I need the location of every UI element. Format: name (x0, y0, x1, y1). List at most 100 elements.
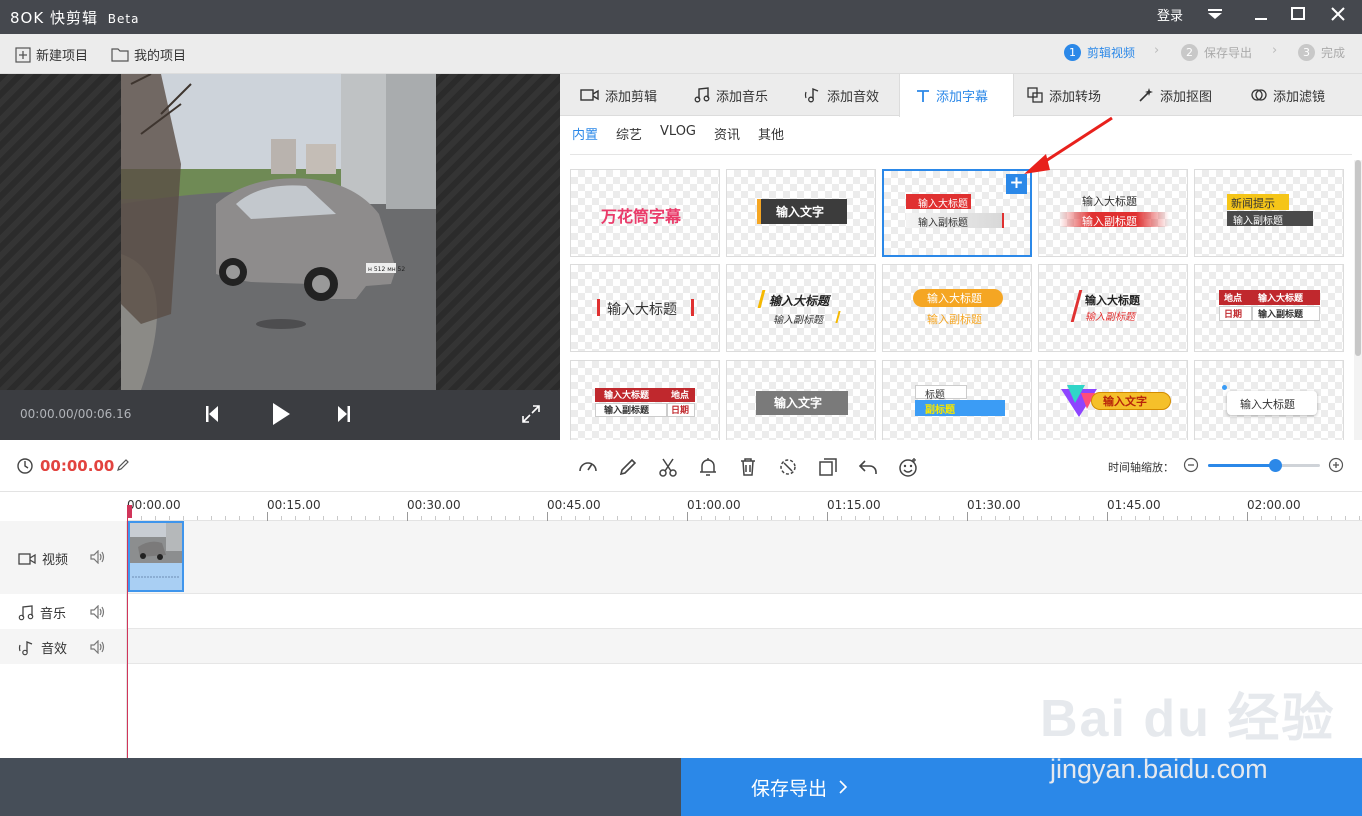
step-label: 保存导出 (1204, 46, 1253, 60)
play-icon[interactable] (270, 402, 292, 430)
app-name: 快剪辑 (49, 9, 98, 27)
tab-label: 添加音乐 (716, 89, 769, 105)
subtitle-template-colorful-badge[interactable]: 输入文字 (1038, 360, 1188, 440)
minimize-icon[interactable] (1250, 6, 1272, 28)
speed-icon[interactable] (577, 456, 599, 478)
step-done[interactable]: 3 完成 (1298, 44, 1345, 61)
tab-add-sound-effect[interactable]: 添加音效 (796, 74, 887, 116)
template-text: 输入文字 (1103, 395, 1147, 408)
subtitle-template-red-brackets[interactable]: 输入大标题 (570, 264, 720, 352)
template-location: 地点 (671, 391, 690, 401)
copy-icon[interactable] (817, 456, 839, 478)
tab-add-transition[interactable]: 添加转场 (1019, 74, 1109, 116)
edit-time-icon[interactable] (116, 458, 138, 480)
add-subtitle-button[interactable]: + (1006, 174, 1027, 194)
ruler-tick-label: 00:45.00 (547, 498, 601, 512)
timeline-ruler[interactable]: 00:00.00 00:15.00 00:30.00 00:45.00 01:0… (127, 492, 1362, 521)
zoom-out-icon[interactable] (1183, 457, 1205, 479)
tab-add-subtitle[interactable]: 添加字幕 (899, 74, 1014, 117)
my-projects-button[interactable]: 我的项目 (111, 45, 186, 64)
subtab-news[interactable]: 资讯 (714, 124, 740, 143)
template-subtitle: 副标题 (925, 405, 955, 416)
subtitle-template-location-date[interactable]: 地点 输入大标题 日期 输入副标题 (1194, 264, 1344, 352)
zoom-in-icon[interactable] (1328, 457, 1350, 479)
license-plate: н 512 мн 52 (368, 266, 405, 273)
video-track-lane[interactable] (127, 521, 1362, 594)
subtitle-template-red-title[interactable]: 输入大标题 输入副标题 + (882, 169, 1032, 257)
playhead-handle[interactable] (127, 505, 132, 518)
bell-icon[interactable] (697, 456, 719, 478)
step-chevron-icon: › (1272, 43, 1278, 58)
timeline-zoom-slider[interactable] (1208, 459, 1320, 472)
new-project-label: 新建项目 (36, 49, 89, 64)
tab-add-music[interactable]: 添加音乐 (686, 74, 776, 116)
subtitle-template-gray-bar[interactable]: 输入文字 (726, 360, 876, 440)
subtitle-template-red-slash[interactable]: 输入大标题 输入副标题 (1038, 264, 1188, 352)
template-scrollbar[interactable] (1354, 160, 1362, 440)
subtitle-template-title-location[interactable]: 输入大标题 地点 输入副标题 日期 (570, 360, 720, 440)
save-export-button[interactable]: 保存导出 (681, 758, 1362, 816)
sfx-track-lane[interactable] (127, 629, 1362, 664)
fullscreen-icon[interactable] (522, 405, 540, 427)
subtitle-template-news-alert[interactable]: 新闻提示 输入副标题 (1194, 169, 1344, 257)
subtab-builtin[interactable]: 内置 (572, 124, 598, 143)
timeline: 00:00.00 00:15.00 00:30.00 00:45.00 01:0… (0, 492, 1362, 758)
subtitle-template-blue-tag[interactable]: 标题 副标题 (882, 360, 1032, 440)
volume-icon[interactable] (90, 549, 106, 568)
subtab-vlog[interactable]: VLOG (660, 124, 696, 143)
zoom-slider-handle[interactable] (1269, 459, 1283, 472)
subtitle-template-gradient-red[interactable]: 输入大标题 输入副标题 (1038, 169, 1188, 257)
music-track-lane[interactable] (127, 594, 1362, 629)
close-icon[interactable] (1327, 6, 1349, 28)
subtitle-template-yellow-slash[interactable]: 输入大标题 输入副标题 (726, 264, 876, 352)
template-subtitle: 输入副标题 (604, 406, 650, 416)
template-subtitle: 输入副标题 (773, 315, 823, 326)
volume-icon[interactable] (90, 639, 106, 658)
ruler-major-tick (827, 512, 828, 521)
detach-icon[interactable] (777, 456, 799, 478)
trash-icon[interactable] (737, 456, 759, 478)
template-date: 日期 (1224, 310, 1243, 320)
top-toolbar: 新建项目 我的项目 1 剪辑视频 › 2 保存导出 › 3 完成 (0, 34, 1362, 74)
scrollbar-thumb[interactable] (1355, 160, 1361, 356)
subtitle-template-white-card[interactable]: 输入大标题 (1194, 360, 1344, 440)
ruler-tick-label: 01:45.00 (1107, 498, 1161, 512)
subtitle-template-dark-bar[interactable]: 输入文字 (726, 169, 876, 257)
subtitle-template-orange-pill[interactable]: 输入大标题 输入副标题 (882, 264, 1032, 352)
new-project-button[interactable]: 新建项目 (15, 45, 88, 64)
undo-icon[interactable] (857, 456, 879, 478)
maximize-icon[interactable] (1287, 6, 1309, 28)
step-edit-video[interactable]: 1 剪辑视频 (1064, 44, 1135, 61)
video-frame[interactable]: н 512 мн 52 (121, 74, 436, 390)
subtab-variety[interactable]: 综艺 (616, 124, 642, 143)
prev-frame-icon[interactable] (204, 405, 220, 427)
playhead[interactable] (127, 506, 128, 758)
template-title: 输入大标题 (1082, 195, 1137, 208)
volume-icon[interactable] (90, 604, 106, 623)
step-save-export[interactable]: 2 保存导出 (1181, 44, 1252, 61)
next-frame-icon[interactable] (336, 405, 352, 427)
playback-time: 00:00.00/00:06.16 (20, 407, 132, 421)
template-title: 新闻提示 (1231, 197, 1275, 210)
ruler-tick-label: 00:00.00 (127, 498, 181, 512)
clip-thumbnail (130, 523, 182, 590)
template-subtitle: 输入副标题 (918, 218, 968, 229)
subtitle-template-kaleidoscope[interactable]: 万花筒字幕 (570, 169, 720, 257)
video-icon (580, 89, 599, 101)
sticker-icon[interactable] (897, 456, 919, 478)
video-preview: н 512 мн 52 (0, 74, 560, 390)
tab-add-cutout[interactable]: 添加抠图 (1130, 74, 1220, 116)
template-subtitle: 输入副标题 (1233, 216, 1283, 227)
video-track-label: 视频 (18, 549, 68, 568)
subtab-other[interactable]: 其他 (758, 124, 784, 143)
video-clip[interactable] (128, 521, 184, 592)
tab-label: 添加字幕 (936, 90, 989, 105)
tab-add-clip[interactable]: 添加剪辑 (572, 74, 665, 116)
dropdown-menu-icon[interactable] (1204, 6, 1226, 28)
tab-add-filter[interactable]: 添加滤镜 (1243, 74, 1333, 116)
ruler-tick-label: 01:15.00 (827, 498, 881, 512)
track-name: 音效 (41, 642, 68, 657)
pencil-icon[interactable] (617, 456, 639, 478)
login-button[interactable]: 登录 (1157, 6, 1183, 28)
scissors-icon[interactable] (657, 456, 679, 478)
